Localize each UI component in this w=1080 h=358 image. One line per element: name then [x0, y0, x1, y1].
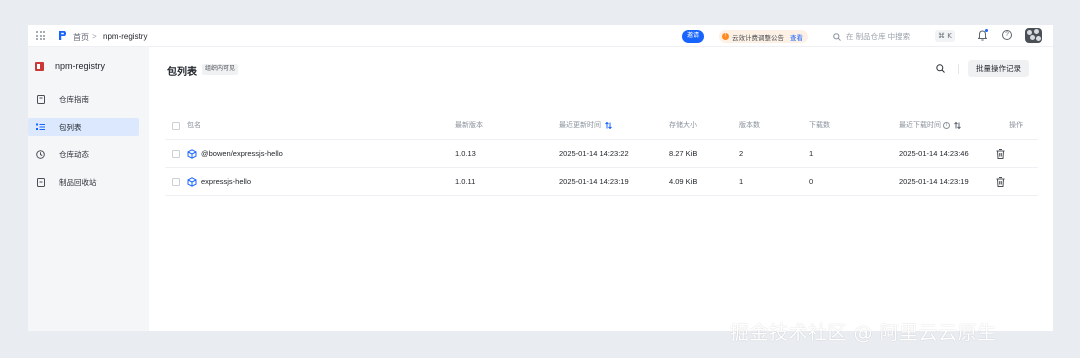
table-row[interactable]: @bowen/expressjs-hello 1.0.13 2025-01-14… — [165, 140, 1038, 168]
sidebar-item-activity[interactable]: 仓库动态 — [28, 145, 139, 163]
table-header: 包名 最新版本 最近更新时间 存储大小 版本数 下载数 最近下载时间 i 操作 — [165, 112, 1038, 140]
toolbar-divider — [958, 64, 959, 74]
select-all-checkbox[interactable] — [172, 122, 180, 130]
notice-text: 云效计费调整公告 — [732, 34, 784, 42]
page-title: 包列表 — [167, 67, 197, 78]
search-placeholder: 在 制品仓库 中搜索 — [846, 32, 911, 41]
cell-version: 1.0.11 — [455, 177, 476, 186]
help-icon[interactable]: ? — [1002, 30, 1012, 40]
trash-icon[interactable] — [996, 177, 1005, 187]
sidebar-item-recycle-bin[interactable]: 制品回收站 — [28, 173, 139, 191]
col-header-downloads: 下载数 — [809, 122, 830, 129]
book-icon — [36, 94, 45, 104]
cell-last-download: 2025-01-14 14:23:46 — [899, 149, 969, 158]
col-header-last-download-label: 最近下载时间 — [899, 122, 941, 129]
col-header-last-download[interactable]: 最近下载时间 i — [899, 112, 961, 140]
cell-version-count: 1 — [739, 177, 744, 186]
notice-icon: ! — [722, 33, 729, 40]
visibility-badge: 组织内可见 — [202, 64, 239, 75]
sidebar-item-label: 仓库指南 — [59, 94, 89, 104]
cell-updated: 2025-01-14 14:23:19 — [559, 177, 629, 186]
history-icon — [36, 149, 45, 159]
package-name-link[interactable]: @bowen/expressjs-hello — [201, 140, 283, 168]
cell-version-count: 2 — [739, 149, 744, 158]
sidebar: npm-registry 仓库指南 包列表 仓库动态 制品回收站 — [28, 47, 149, 331]
sidebar-item-label: 制品回收站 — [59, 177, 97, 187]
package-name-link[interactable]: expressjs-hello — [201, 168, 251, 196]
table-row[interactable]: expressjs-hello 1.0.11 2025-01-14 14:23:… — [165, 168, 1038, 196]
cell-size: 4.09 KiB — [669, 177, 698, 186]
sort-icon[interactable] — [954, 121, 961, 129]
cell-downloads: 1 — [809, 149, 814, 158]
watermark-text: 掘金技术社区 @ 阿里云云原生 — [730, 322, 997, 344]
cell-last-download: 2025-01-14 14:23:19 — [899, 177, 969, 186]
invite-button[interactable]: 邀请 — [682, 30, 705, 43]
notice-banner[interactable]: ! 云效计费调整公告 查看 — [719, 30, 808, 43]
cell-updated: 2025-01-14 14:23:22 — [559, 149, 629, 158]
app-window: 首页 > npm-registry 邀请 ! 云效计费调整公告 查看 在 制品仓… — [28, 25, 1053, 331]
repo-header[interactable]: npm-registry — [35, 61, 105, 71]
search-icon[interactable] — [936, 64, 945, 73]
col-header-size: 存储大小 — [669, 122, 697, 129]
app-grid-icon[interactable] — [36, 31, 45, 40]
package-icon — [187, 177, 197, 187]
product-logo-icon[interactable] — [58, 30, 67, 41]
global-search-input[interactable]: 在 制品仓库 中搜索 — [833, 31, 910, 42]
repo-name: npm-registry — [55, 61, 106, 71]
col-header-updated-label: 最近更新时间 — [559, 122, 601, 129]
col-header-updated[interactable]: 最近更新时间 — [559, 112, 612, 140]
sidebar-item-label: 包列表 — [59, 122, 82, 132]
cell-downloads: 0 — [809, 177, 814, 186]
sidebar-item-packages[interactable]: 包列表 — [28, 118, 139, 136]
search-icon — [833, 32, 841, 41]
col-header-actions: 操作 — [1009, 122, 1023, 129]
user-avatar[interactable] — [1025, 28, 1042, 43]
col-header-version: 最新版本 — [455, 122, 483, 129]
package-table: 包名 最新版本 最近更新时间 存储大小 版本数 下载数 最近下载时间 i 操作 @… — [165, 112, 1038, 196]
row-checkbox[interactable] — [172, 178, 180, 186]
row-checkbox[interactable] — [172, 150, 180, 158]
list-icon — [36, 123, 45, 132]
cell-version: 1.0.13 — [455, 149, 476, 158]
search-shortcut: ⌘ K — [935, 30, 955, 42]
recycle-bin-icon — [36, 177, 45, 187]
breadcrumb-separator: > — [92, 32, 97, 41]
col-header-version-count: 版本数 — [739, 122, 760, 129]
sidebar-item-guide[interactable]: 仓库指南 — [28, 90, 139, 108]
trash-icon[interactable] — [996, 149, 1005, 159]
batch-operation-log-button[interactable]: 批量操作记录 — [968, 60, 1029, 77]
sort-icon[interactable] — [605, 121, 612, 129]
breadcrumb-home[interactable]: 首页 — [73, 32, 89, 43]
cell-size: 8.27 KiB — [669, 149, 698, 158]
top-bar: 首页 > npm-registry 邀请 ! 云效计费调整公告 查看 在 制品仓… — [28, 25, 1053, 47]
notice-view-link[interactable]: 查看 — [790, 32, 803, 42]
main-content: 包列表 组织内可见 批量操作记录 包名 最新版本 最近更新时间 存储大小 版本数… — [149, 47, 1053, 331]
breadcrumb-current[interactable]: npm-registry — [103, 32, 147, 41]
sidebar-item-label: 仓库动态 — [59, 149, 89, 159]
npm-logo-icon — [35, 61, 44, 71]
notification-bell-icon[interactable] — [977, 29, 988, 43]
info-icon[interactable]: i — [943, 121, 950, 129]
col-header-name: 包名 — [187, 122, 201, 129]
package-icon — [187, 149, 197, 159]
